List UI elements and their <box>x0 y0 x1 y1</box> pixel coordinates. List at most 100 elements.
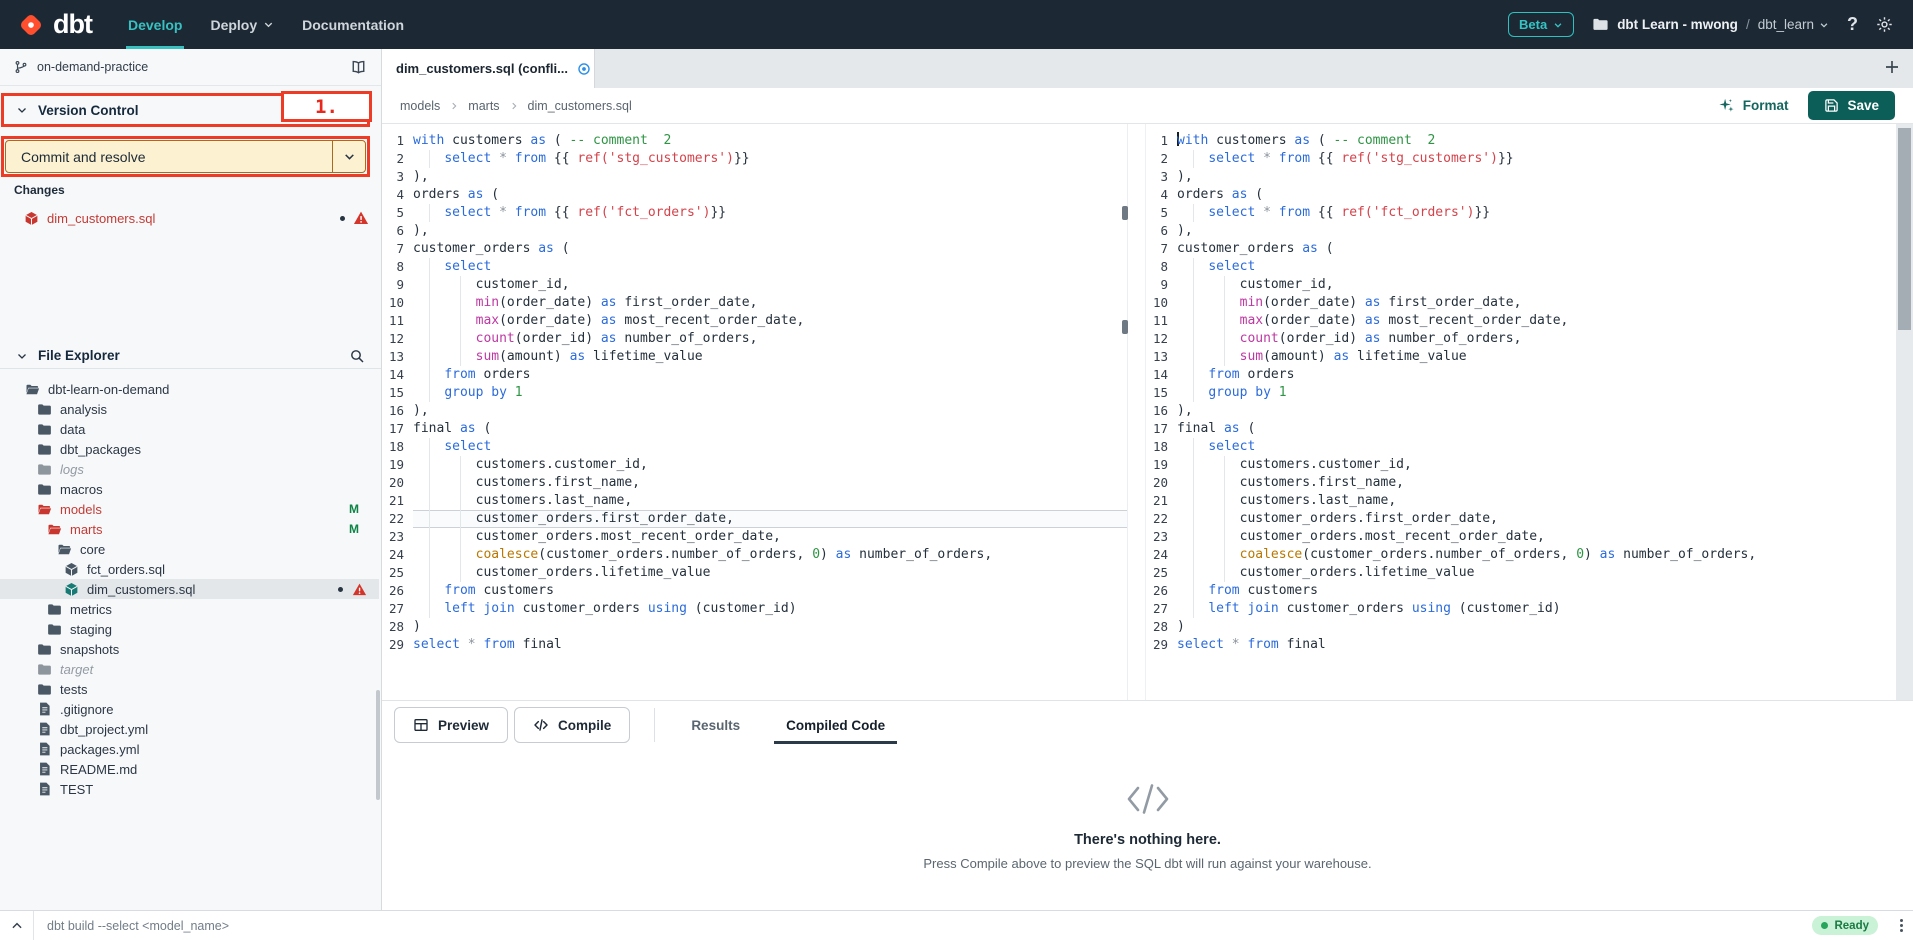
chevron-down-icon[interactable] <box>16 104 28 116</box>
code-line[interactable]: 29select * from final <box>382 636 1127 654</box>
code-line[interactable]: 16), <box>382 402 1127 420</box>
tree-item-dim-customers-sql[interactable]: dim_customers.sql <box>0 579 379 599</box>
code-line[interactable]: 2 select * from {{ ref('stg_customers')}… <box>382 150 1127 168</box>
environment-name[interactable]: dbt_learn <box>1758 17 1829 32</box>
sidebar-scrollbar-thumb[interactable] <box>376 690 380 800</box>
code-line[interactable]: 26 from customers <box>1146 582 1896 600</box>
code-line[interactable]: 25 customer_orders.lifetime_value <box>382 564 1127 582</box>
code-line[interactable]: 22 customer_orders.first_order_date, <box>1146 510 1896 528</box>
project-switcher[interactable]: dbt Learn - mwong / dbt_learn <box>1592 16 1829 33</box>
format-button[interactable]: Format <box>1718 97 1789 114</box>
breadcrumb-models[interactable]: models <box>400 99 440 113</box>
nav-item-documentation[interactable]: Documentation <box>288 0 418 49</box>
search-icon[interactable] <box>349 348 365 364</box>
code-line[interactable]: 8 select <box>1146 258 1896 276</box>
settings-gear-icon[interactable] <box>1876 16 1893 33</box>
code-line[interactable]: 27 left join customer_orders using (cust… <box>382 600 1127 618</box>
tree-item-dbt-project-yml[interactable]: dbt_project.yml <box>0 719 379 739</box>
dbt-logo[interactable]: dbt <box>16 9 92 40</box>
tree-item-marts[interactable]: martsM <box>0 519 379 539</box>
help-icon[interactable]: ? <box>1847 14 1858 35</box>
code-line[interactable]: 13 sum(amount) as lifetime_value <box>382 348 1127 366</box>
expand-chevron-up-icon[interactable] <box>0 919 33 933</box>
code-line[interactable]: 13 sum(amount) as lifetime_value <box>1146 348 1896 366</box>
tab-results[interactable]: Results <box>679 701 752 749</box>
code-line[interactable]: 4orders as ( <box>1146 186 1896 204</box>
command-input[interactable]: dbt build --select <model_name> <box>47 919 1812 933</box>
tree-item-macros[interactable]: macros <box>0 479 379 499</box>
tree-item-dbt-learn-on-demand[interactable]: dbt-learn-on-demand <box>0 379 379 399</box>
code-line[interactable]: 11 max(order_date) as most_recent_order_… <box>1146 312 1896 330</box>
tab-compiled-code[interactable]: Compiled Code <box>774 701 897 749</box>
code-line[interactable]: 27 left join customer_orders using (cust… <box>1146 600 1896 618</box>
tree-item-fct-orders-sql[interactable]: fct_orders.sql <box>0 559 379 579</box>
code-line[interactable]: 20 customers.first_name, <box>382 474 1127 492</box>
save-button[interactable]: Save <box>1808 91 1895 120</box>
git-branch-row[interactable]: on-demand-practice <box>0 49 381 86</box>
beta-dropdown[interactable]: Beta <box>1508 12 1574 37</box>
nav-item-deploy[interactable]: Deploy <box>196 0 288 49</box>
code-line[interactable]: 24 coalesce(customer_orders.number_of_or… <box>1146 546 1896 564</box>
code-line[interactable]: 12 count(order_id) as number_of_orders, <box>382 330 1127 348</box>
tree-item--gitignore[interactable]: .gitignore <box>0 699 379 719</box>
code-line[interactable]: 6), <box>382 222 1127 240</box>
code-line[interactable]: 14 from orders <box>382 366 1127 384</box>
code-line[interactable]: 23 customer_orders.most_recent_order_dat… <box>1146 528 1896 546</box>
new-tab-plus-icon[interactable] <box>1883 58 1901 76</box>
code-line[interactable]: 21 customers.last_name, <box>382 492 1127 510</box>
code-line[interactable]: 20 customers.first_name, <box>1146 474 1896 492</box>
code-line[interactable]: 1with customers as ( -- comment 2 <box>382 132 1127 150</box>
code-line[interactable]: 18 select <box>382 438 1127 456</box>
code-line[interactable]: 8 select <box>382 258 1127 276</box>
code-line[interactable]: 10 min(order_date) as first_order_date, <box>382 294 1127 312</box>
code-line[interactable]: 29select * from final <box>1146 636 1896 654</box>
code-line[interactable]: 16), <box>1146 402 1896 420</box>
kebab-menu-icon[interactable] <box>1900 919 1903 932</box>
code-line[interactable]: 7customer_orders as ( <box>1146 240 1896 258</box>
code-line[interactable]: 19 customers.customer_id, <box>382 456 1127 474</box>
code-line[interactable]: 24 coalesce(customer_orders.number_of_or… <box>382 546 1127 564</box>
editor-scrollbar-thumb[interactable] <box>1898 128 1911 330</box>
code-line[interactable]: 3), <box>1146 168 1896 186</box>
code-line[interactable]: 12 count(order_id) as number_of_orders, <box>1146 330 1896 348</box>
code-line[interactable]: 5 select * from {{ ref('fct_orders')}} <box>382 204 1127 222</box>
code-line[interactable]: 7customer_orders as ( <box>382 240 1127 258</box>
code-line[interactable]: 3), <box>382 168 1127 186</box>
code-line[interactable]: 21 customers.last_name, <box>1146 492 1896 510</box>
code-line[interactable]: 15 group by 1 <box>1146 384 1896 402</box>
tree-item-logs[interactable]: logs <box>0 459 379 479</box>
tree-item-target[interactable]: target <box>0 659 379 679</box>
code-line[interactable]: 9 customer_id, <box>382 276 1127 294</box>
code-line[interactable]: 26 from customers <box>382 582 1127 600</box>
tree-item-packages-yml[interactable]: packages.yml <box>0 739 379 759</box>
docs-book-icon[interactable] <box>350 59 367 76</box>
tree-item-models[interactable]: modelsM <box>0 499 379 519</box>
tree-item-data[interactable]: data <box>0 419 379 439</box>
commit-and-resolve-button[interactable]: Commit and resolve <box>5 140 366 173</box>
tree-item-dbt-packages[interactable]: dbt_packages <box>0 439 379 459</box>
code-line[interactable]: 17final as ( <box>382 420 1127 438</box>
code-line[interactable]: 17final as ( <box>1146 420 1896 438</box>
code-line[interactable]: 4orders as ( <box>382 186 1127 204</box>
code-line[interactable]: 28) <box>1146 618 1896 636</box>
nav-item-develop[interactable]: Develop <box>114 0 196 49</box>
tab-dim-customers[interactable]: dim_customers.sql (confli... <box>382 49 595 88</box>
code-line[interactable]: 5 select * from {{ ref('fct_orders')}} <box>1146 204 1896 222</box>
code-line[interactable]: 23 customer_orders.most_recent_order_dat… <box>382 528 1127 546</box>
code-line[interactable]: 19 customers.customer_id, <box>1146 456 1896 474</box>
code-pane-right[interactable]: 1with customers as ( -- comment 22 selec… <box>1145 124 1896 700</box>
commit-dropdown-caret[interactable] <box>332 141 365 172</box>
breadcrumb-marts[interactable]: marts <box>468 99 499 113</box>
tree-item-metrics[interactable]: metrics <box>0 599 379 619</box>
code-line[interactable]: 15 group by 1 <box>382 384 1127 402</box>
code-line[interactable]: 6), <box>1146 222 1896 240</box>
tree-item-tests[interactable]: tests <box>0 679 379 699</box>
code-line[interactable]: 1with customers as ( -- comment 2 <box>1146 132 1896 150</box>
code-line[interactable]: 2 select * from {{ ref('stg_customers')}… <box>1146 150 1896 168</box>
preview-button[interactable]: Preview <box>394 707 508 743</box>
tree-item-core[interactable]: core <box>0 539 379 559</box>
tree-item-staging[interactable]: staging <box>0 619 379 639</box>
code-line[interactable]: 10 min(order_date) as first_order_date, <box>1146 294 1896 312</box>
code-line[interactable]: 28) <box>382 618 1127 636</box>
code-line[interactable]: 18 select <box>1146 438 1896 456</box>
